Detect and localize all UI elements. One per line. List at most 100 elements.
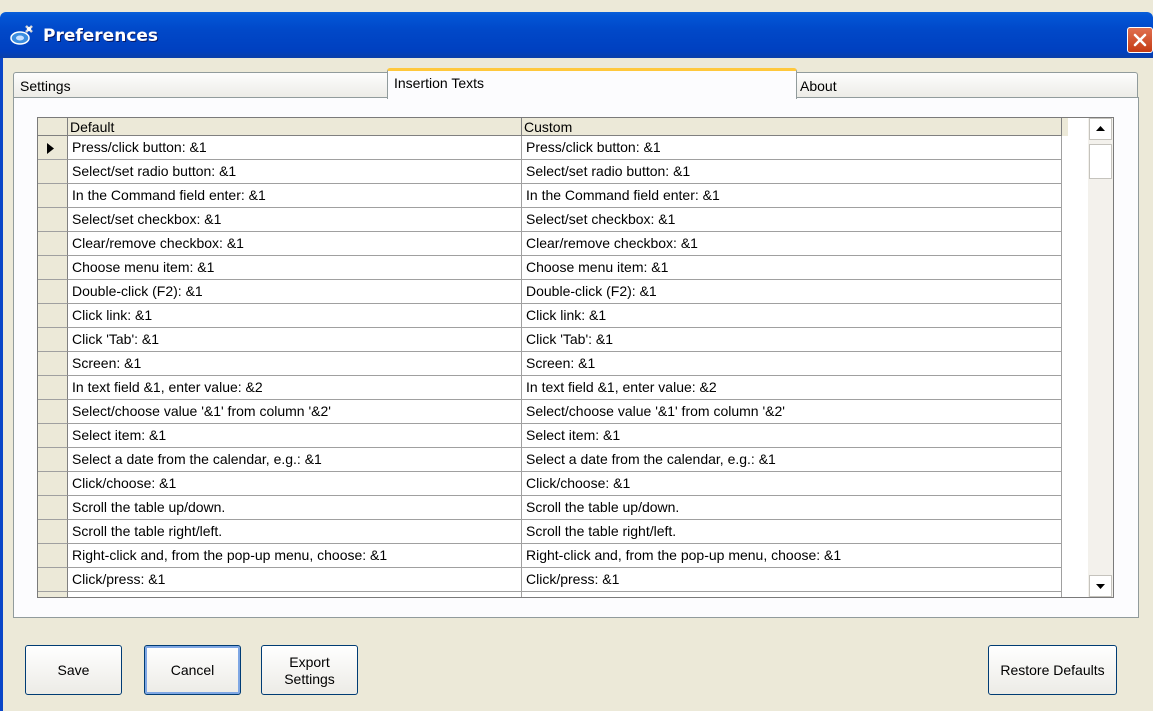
- cell-default[interactable]: Choose menu item: &1: [68, 256, 522, 280]
- table-row[interactable]: Scroll the table right/left. Scroll the t…: [38, 520, 1062, 544]
- cell-default[interactable]: In text field &1, enter value: &2: [68, 376, 522, 400]
- cell-default[interactable]: Click 'Tab': &1: [68, 328, 522, 352]
- cell-default[interactable]: Scroll the table right/left.: [68, 520, 522, 544]
- cell-custom[interactable]: In text field &1, enter value: &2: [522, 376, 1062, 400]
- scroll-up-button[interactable]: [1089, 118, 1112, 140]
- row-indicator[interactable]: [38, 328, 68, 352]
- row-indicator[interactable]: [38, 376, 68, 400]
- row-indicator[interactable]: [38, 472, 68, 496]
- cell-custom[interactable]: Click 'Tab': &1: [522, 328, 1062, 352]
- table-row[interactable]: Right-click and, from the pop-up menu, c…: [38, 544, 1062, 568]
- cell-default[interactable]: Close window: &1: [68, 592, 522, 597]
- cell-default[interactable]: Click link: &1: [68, 304, 522, 328]
- cell-custom[interactable]: Choose menu item: &1: [522, 256, 1062, 280]
- row-indicator[interactable]: [38, 400, 68, 424]
- window-title: Preferences: [43, 26, 159, 46]
- vertical-scrollbar[interactable]: [1088, 118, 1113, 597]
- row-indicator[interactable]: [38, 136, 68, 160]
- row-indicator[interactable]: [38, 160, 68, 184]
- row-indicator[interactable]: [38, 448, 68, 472]
- table-row[interactable]: Screen: &1 Screen: &1: [38, 352, 1062, 376]
- table-row[interactable]: Click/choose: &1 Click/choose: &1: [38, 472, 1062, 496]
- grid-header: Default Custom: [38, 118, 1068, 136]
- row-indicator[interactable]: [38, 568, 68, 592]
- title-bar[interactable]: Preferences: [0, 12, 1153, 58]
- cell-default[interactable]: Click/press: &1: [68, 568, 522, 592]
- table-row[interactable]: Close window: &1Close window: &1: [38, 592, 1062, 597]
- row-indicator[interactable]: [38, 232, 68, 256]
- cell-default[interactable]: Click/choose: &1: [68, 472, 522, 496]
- cell-default[interactable]: Right-click and, from the pop-up menu, c…: [68, 544, 522, 568]
- cell-custom[interactable]: Select item: &1: [522, 424, 1062, 448]
- scroll-thumb[interactable]: [1089, 144, 1112, 179]
- export-settings-button[interactable]: Export Settings: [261, 645, 358, 695]
- table-row[interactable]: Press/click button: &1 Press/click button…: [38, 136, 1062, 160]
- cell-custom[interactable]: Press/click button: &1: [522, 136, 1062, 160]
- table-row[interactable]: Scroll the table up/down. Scroll the tabl…: [38, 496, 1062, 520]
- cell-custom[interactable]: Click link: &1: [522, 304, 1062, 328]
- cell-custom[interactable]: Screen: &1: [522, 352, 1062, 376]
- cell-default[interactable]: Select/set checkbox: &1: [68, 208, 522, 232]
- cell-custom[interactable]: Scroll the table up/down.: [522, 496, 1062, 520]
- row-indicator[interactable]: [38, 424, 68, 448]
- cell-custom[interactable]: Clear/remove checkbox: &1: [522, 232, 1062, 256]
- table-row[interactable]: Click link: &1 Click link: &1: [38, 304, 1062, 328]
- cell-custom[interactable]: In the Command field enter: &1: [522, 184, 1062, 208]
- cell-default[interactable]: Scroll the table up/down.: [68, 496, 522, 520]
- table-row[interactable]: Double-click (F2): &1 Double-click (F2): …: [38, 280, 1062, 304]
- cell-default[interactable]: Clear/remove checkbox: &1: [68, 232, 522, 256]
- current-row-arrow-icon: [47, 143, 54, 154]
- cell-default[interactable]: Select a date from the calendar, e.g.: &…: [68, 448, 522, 472]
- tab-about[interactable]: About: [793, 72, 1138, 98]
- table-row[interactable]: Select a date from the calendar, e.g.: &…: [38, 448, 1062, 472]
- cell-default[interactable]: In the Command field enter: &1: [68, 184, 522, 208]
- row-indicator[interactable]: [38, 280, 68, 304]
- save-button[interactable]: Save: [25, 645, 122, 695]
- column-header-default[interactable]: Default: [68, 118, 522, 136]
- row-indicator[interactable]: [38, 520, 68, 544]
- table-row[interactable]: Select item: &1 Select item: &1: [38, 424, 1062, 448]
- cell-default[interactable]: Select item: &1: [68, 424, 522, 448]
- cell-custom[interactable]: Close window: &1: [522, 592, 1062, 597]
- scroll-down-button[interactable]: [1089, 575, 1112, 597]
- row-indicator[interactable]: [38, 304, 68, 328]
- row-indicator[interactable]: [38, 544, 68, 568]
- row-indicator[interactable]: [38, 352, 68, 376]
- table-row[interactable]: Click/press: &1 Click/press: &1: [38, 568, 1062, 592]
- table-row[interactable]: In the Command field enter: &1 In the Com…: [38, 184, 1062, 208]
- close-button[interactable]: [1127, 27, 1153, 53]
- row-indicator[interactable]: [38, 184, 68, 208]
- row-indicator[interactable]: [38, 256, 68, 280]
- row-indicator[interactable]: [38, 208, 68, 232]
- table-row[interactable]: Click 'Tab': &1 Click 'Tab': &1: [38, 328, 1062, 352]
- cell-default[interactable]: Double-click (F2): &1: [68, 280, 522, 304]
- cell-custom[interactable]: Double-click (F2): &1: [522, 280, 1062, 304]
- cell-custom[interactable]: Click/press: &1: [522, 568, 1062, 592]
- row-indicator[interactable]: [38, 592, 68, 597]
- column-header-custom[interactable]: Custom: [522, 118, 1062, 136]
- restore-defaults-button[interactable]: Restore Defaults: [988, 645, 1117, 695]
- table-row[interactable]: Choose menu item: &1 Choose menu item: &1: [38, 256, 1062, 280]
- cell-default[interactable]: Select/set radio button: &1: [68, 160, 522, 184]
- cell-default[interactable]: Screen: &1: [68, 352, 522, 376]
- cell-default[interactable]: Select/choose value '&1' from column '&2…: [68, 400, 522, 424]
- table-row[interactable]: Select/set radio button: &1 Select/set ra…: [38, 160, 1062, 184]
- insertion-texts-grid[interactable]: Default Custom Press/click button: &1 Pre…: [37, 117, 1114, 598]
- cancel-button[interactable]: Cancel: [144, 645, 241, 695]
- cell-custom[interactable]: Select a date from the calendar, e.g.: &…: [522, 448, 1062, 472]
- tab-settings[interactable]: Settings: [13, 72, 390, 98]
- table-row[interactable]: Select/choose value '&1' from column '&2…: [38, 400, 1062, 424]
- cell-custom[interactable]: Select/set radio button: &1: [522, 160, 1062, 184]
- cell-custom[interactable]: Select/choose value '&1' from column '&2…: [522, 400, 1062, 424]
- tab-insertion-texts[interactable]: Insertion Texts: [387, 68, 797, 99]
- cell-custom[interactable]: Click/choose: &1: [522, 472, 1062, 496]
- table-row[interactable]: Select/set checkbox: &1 Select/set checkb…: [38, 208, 1062, 232]
- cell-custom[interactable]: Scroll the table right/left.: [522, 520, 1062, 544]
- cell-custom[interactable]: Select/set checkbox: &1: [522, 208, 1062, 232]
- cell-default[interactable]: Press/click button: &1: [68, 136, 522, 160]
- row-indicator[interactable]: [38, 496, 68, 520]
- tab-about-label: About: [800, 78, 837, 94]
- table-row[interactable]: Clear/remove checkbox: &1 Clear/remove ch…: [38, 232, 1062, 256]
- table-row[interactable]: In text field &1, enter value: &2 In text…: [38, 376, 1062, 400]
- cell-custom[interactable]: Right-click and, from the pop-up menu, c…: [522, 544, 1062, 568]
